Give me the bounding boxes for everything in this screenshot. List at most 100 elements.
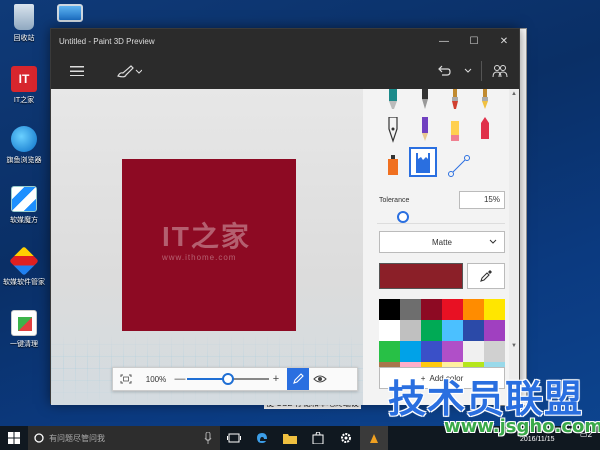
tool-calligraphy-pen[interactable] [413,89,437,111]
fit-to-window-button[interactable] [113,368,139,390]
paint3d-window: Untitled - Paint 3D Preview — ☐ ✕ IT之家 w… [50,28,520,405]
desktop-icon-one-click-clean[interactable]: 一键清理 [0,310,48,349]
current-color-swatch[interactable] [379,263,463,289]
fish-browser-icon [11,126,37,152]
finish-dropdown[interactable]: Matte [379,231,505,253]
folder-icon [283,433,297,444]
zoom-out-button[interactable]: — [173,373,187,385]
community-button[interactable] [489,59,511,83]
chevron-down-icon [489,239,497,244]
tool-spray-can[interactable] [381,151,405,177]
zoom-slider[interactable] [187,368,269,390]
tool-oil-brush[interactable] [443,89,467,111]
palette-swatch[interactable] [484,341,505,362]
gear-icon [341,433,351,443]
taskbar-edge[interactable] [248,426,276,450]
palette-swatch[interactable] [421,341,442,362]
menu-button[interactable] [67,59,87,83]
palette-swatch[interactable] [484,299,505,320]
site-watermark-logo: 技术员联盟 www.jsgho.com [388,380,600,437]
palette-swatch[interactable] [442,341,463,362]
maximize-button[interactable]: ☐ [459,29,489,53]
close-button[interactable]: ✕ [489,29,519,53]
desktop-icon-recycle-bin[interactable]: 回收站 [0,4,48,43]
desktop-icon-label: 软媒魔方 [10,217,38,224]
eraser-icon [451,121,459,141]
zoom-slider-thumb[interactable] [222,373,234,385]
palette-swatch[interactable] [379,341,400,362]
fountain-pen-icon [388,117,398,143]
pen-mode-button[interactable] [287,368,309,390]
desktop-icon-ruanmei-manager[interactable]: 软媒软件管家 [0,246,48,287]
tolerance-input[interactable]: 15% [459,191,505,209]
people-icon [492,65,508,78]
tool-pencil[interactable] [413,117,437,143]
drawing-canvas[interactable]: IT之家 www.ithome.com [122,159,296,331]
cortana-search-box[interactable]: 有问题尽管问我 [28,426,220,450]
palette-swatch[interactable] [421,320,442,341]
tool-pixel-pen[interactable] [381,117,405,143]
taskbar-paint3d[interactable] [360,426,388,450]
palette-swatch[interactable] [379,320,400,341]
desktop-icon-ithome[interactable]: IT IT之家 [0,66,48,105]
site-watermark-url: www.jsgho.com [444,416,600,437]
start-button[interactable] [0,426,28,450]
clock-date[interactable]: 2016/11/15 [520,436,555,443]
view-3d-button[interactable] [309,368,331,390]
eyedropper-button[interactable] [467,263,505,289]
toolbar-separator [481,61,482,81]
palette-swatch[interactable] [379,299,400,320]
cortana-icon [34,433,44,443]
undo-button[interactable] [433,59,455,83]
tolerance-label: Tolerance [379,197,410,204]
panel-divider [377,223,505,224]
taskbar-store[interactable] [304,426,332,450]
tool-marker[interactable] [381,89,405,111]
scroll-down-icon[interactable]: ▼ [511,343,517,349]
recycle-bin-icon [14,4,34,30]
pen-icon [293,373,304,384]
palette-swatch[interactable] [442,299,463,320]
brush-button[interactable] [113,59,145,83]
desktop-icon-label: 软媒软件管家 [3,279,45,286]
palette-swatch[interactable] [463,341,484,362]
search-placeholder: 有问题尽管问我 [49,433,105,443]
site-watermark-title: 技术员联盟 [388,377,584,421]
tool-crayon[interactable] [473,117,497,143]
palette-swatch[interactable] [442,320,463,341]
zoom-in-button[interactable]: + [269,373,283,385]
zoom-percent: 100% [145,374,167,384]
taskbar-file-explorer[interactable] [276,426,304,450]
taskbar-settings[interactable] [332,426,360,450]
palette-swatch[interactable] [400,299,421,320]
desktop-icon-label: 旗鱼浏览器 [6,157,42,164]
tool-line[interactable] [447,151,471,177]
canvas-area[interactable]: IT之家 www.ithome.com 100% — + [51,89,363,405]
microphone-icon[interactable] [204,432,212,444]
watermark: IT之家 www.ithome.com [162,215,251,262]
palette-swatch[interactable] [463,320,484,341]
task-view-button[interactable] [220,426,248,450]
tolerance-slider-thumb[interactable] [397,211,409,223]
crayon-icon [481,117,489,139]
palette-swatch[interactable] [400,341,421,362]
title-bar[interactable]: Untitled - Paint 3D Preview — ☐ ✕ [51,29,519,53]
minimize-button[interactable]: — [429,29,459,53]
tool-watercolor[interactable] [473,89,497,111]
history-dropdown-button[interactable] [461,59,475,83]
desktop-icon-qiyu-browser[interactable]: 旗鱼浏览器 [0,126,48,165]
tool-fill-bucket[interactable] [409,147,437,177]
desktop-icon-this-pc[interactable] [46,4,94,25]
finish-dropdown-value: Matte [431,237,452,247]
panel-scrollbar[interactable]: ▲ ▼ [509,89,519,405]
palette-swatch[interactable] [484,320,505,341]
palette-swatch[interactable] [421,299,442,320]
undo-icon [438,65,451,76]
calligraphy-pen-icon [422,89,428,109]
desktop-icon-ruanmei-mofang[interactable]: 软媒魔方 [0,186,48,225]
palette-swatch[interactable] [463,299,484,320]
tool-eraser[interactable] [443,117,467,143]
desktop-icon-label: IT之家 [13,97,35,104]
palette-swatch[interactable] [400,320,421,341]
scroll-up-icon[interactable]: ▲ [511,91,517,97]
